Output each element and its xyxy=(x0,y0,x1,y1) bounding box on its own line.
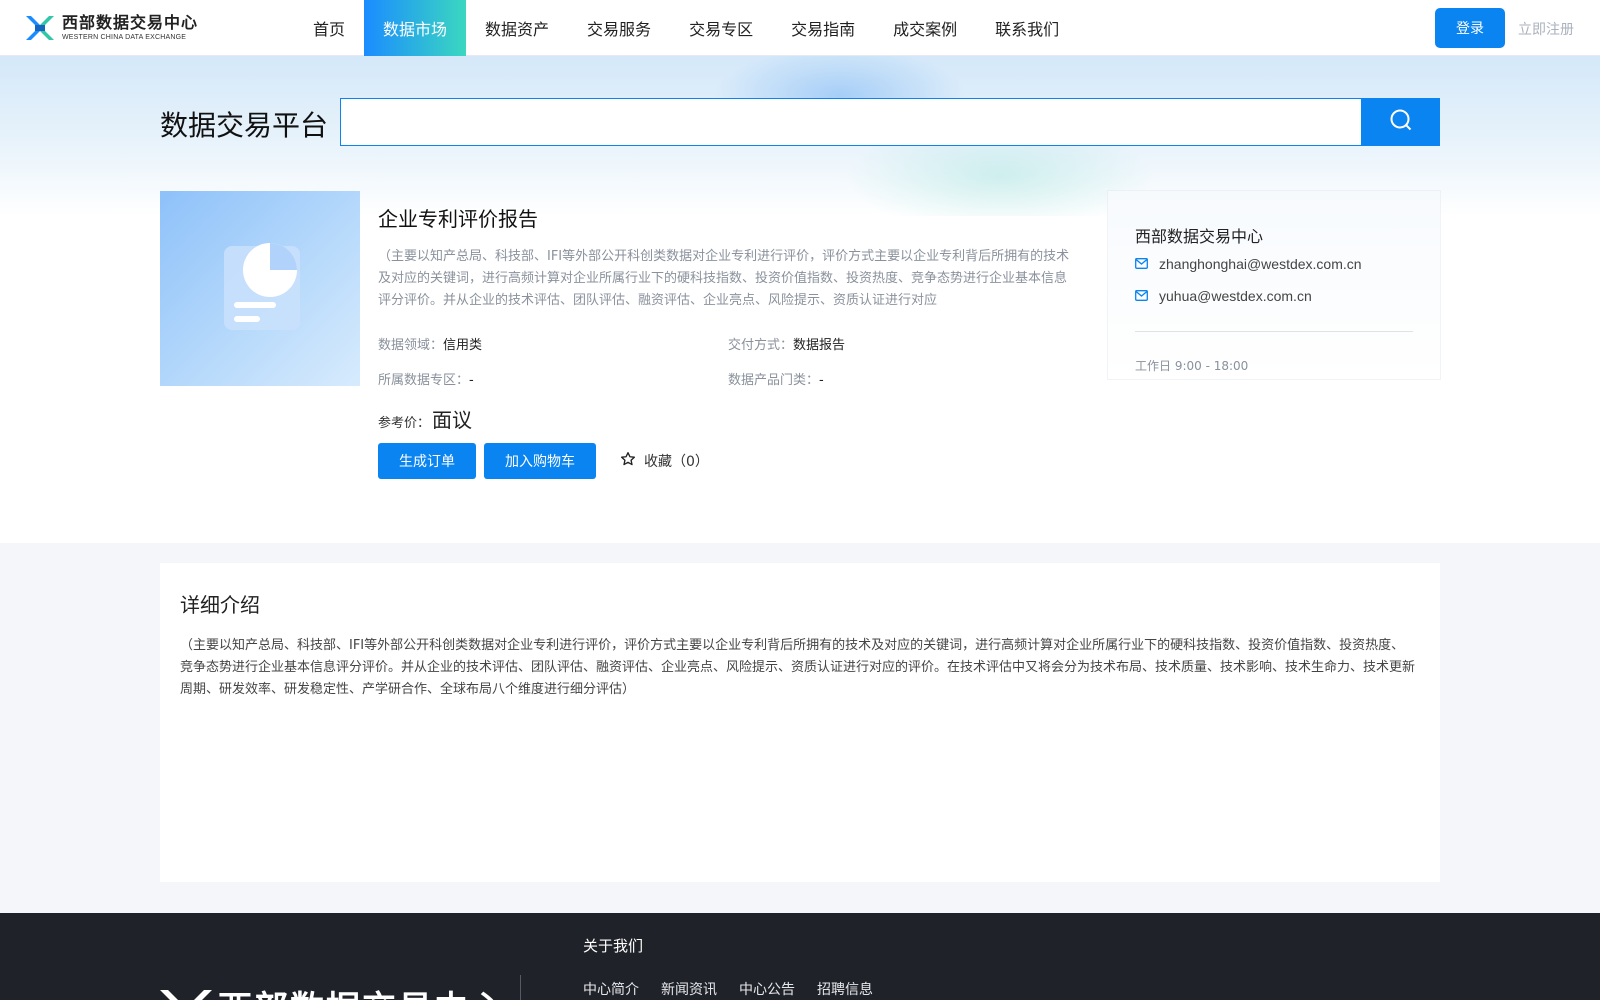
product-title: 企业专利评价报告 xyxy=(378,207,538,231)
nav-trade-guide[interactable]: 交易指南 xyxy=(772,0,874,56)
footer-about-title: 关于我们 xyxy=(583,937,644,955)
price-value: 面议 xyxy=(432,408,473,432)
footer-link-jobs[interactable]: 招聘信息 xyxy=(817,979,873,999)
detail-section: 详细介绍 （主要以知产总局、科技部、IFI等外部公开科创类数据对企业专利进行评价… xyxy=(160,563,1440,882)
product-description: （主要以知产总局、科技部、IFI等外部公开科创类数据对企业专利进行评价，评价方式… xyxy=(378,249,1070,308)
platform-title: 数据交易平台 xyxy=(160,109,329,142)
login-button[interactable]: 登录 xyxy=(1435,8,1505,48)
logo-subtitle: WESTERN CHINA DATA EXCHANGE xyxy=(62,34,187,41)
meta-category-label: 数据产品门类： xyxy=(728,373,820,388)
email-text: zhanghonghai@westdex.com.cn xyxy=(1159,256,1362,272)
contact-divider xyxy=(1135,331,1413,332)
product-info: 企业专利评价报告 （主要以知产总局、科技部、IFI等外部公开科创类数据对企业专利… xyxy=(378,191,1078,479)
footer-logo-mark-icon xyxy=(158,986,214,1000)
contact-email-2[interactable]: yuhua@westdex.com.cn xyxy=(1135,288,1312,304)
meta-domain: 数据领域：信用类 xyxy=(378,334,728,353)
report-chart-icon xyxy=(210,232,310,346)
footer-logo[interactable]: 西部数据交易中心 xyxy=(158,981,506,1000)
search-icon xyxy=(1389,108,1413,136)
product-thumbnail xyxy=(160,191,360,386)
nav-contact[interactable]: 联系我们 xyxy=(976,0,1078,56)
nav-cases[interactable]: 成交案例 xyxy=(874,0,976,56)
price-label: 参考价： xyxy=(378,416,431,431)
contact-name: 西部数据交易中心 xyxy=(1135,227,1264,246)
search-input[interactable] xyxy=(340,98,1362,146)
product-banner: 数据交易平台 企业专利评价报告 （主要以知产总局、科技部、IFI等外部公开科创类… xyxy=(0,56,1600,543)
footer-logo-text: 西部数据交易中心 xyxy=(218,981,506,1000)
logo-title: 西部数据交易中心 xyxy=(62,13,199,32)
footer-divider xyxy=(520,975,521,1000)
footer-link-intro[interactable]: 中心简介 xyxy=(583,979,639,999)
product-meta: 数据领域：信用类 交付方式：数据报告 所属数据专区：- 数据产品门类：- xyxy=(378,334,1078,388)
nav-home[interactable]: 首页 xyxy=(294,0,364,56)
top-header: 西部数据交易中心 WESTERN CHINA DATA EXCHANGE 首页 … xyxy=(0,0,1600,56)
logo-mark-icon xyxy=(24,13,56,43)
footer-links: 中心简介 新闻资讯 中心公告 招聘信息 xyxy=(583,979,873,999)
price-row: 参考价： 面议 xyxy=(378,404,1078,433)
nav-data-assets[interactable]: 数据资产 xyxy=(466,0,568,56)
register-link[interactable]: 立即注册 xyxy=(1518,19,1574,39)
product-actions: 生成订单 加入购物车 收藏（0） xyxy=(378,443,1078,479)
meta-category-value: - xyxy=(819,373,824,388)
meta-category: 数据产品门类：- xyxy=(728,369,1078,388)
nav-trade-zone[interactable]: 交易专区 xyxy=(670,0,772,56)
meta-domain-value: 信用类 xyxy=(443,338,483,353)
meta-zone-value: - xyxy=(469,373,474,388)
favorite-label: 收藏（0） xyxy=(644,454,709,470)
search-button[interactable] xyxy=(1361,98,1440,146)
meta-delivery: 交付方式：数据报告 xyxy=(728,334,1078,353)
detail-body: （主要以知产总局、科技部、IFI等外部公开科创类数据对企业专利进行评价，评价方式… xyxy=(180,638,1416,697)
meta-zone-label: 所属数据专区： xyxy=(378,373,470,388)
contact-card: 西部数据交易中心 zhanghonghai@westdex.com.cn yuh… xyxy=(1108,191,1440,379)
create-order-button[interactable]: 生成订单 xyxy=(378,443,476,479)
meta-domain-label: 数据领域： xyxy=(378,338,444,353)
working-hours: 工作日 9:00 - 18:00 xyxy=(1135,359,1249,373)
add-to-cart-button[interactable]: 加入购物车 xyxy=(484,443,596,479)
main-nav: 首页 数据市场 数据资产 交易服务 交易专区 交易指南 成交案例 联系我们 xyxy=(294,0,1078,56)
mail-icon xyxy=(1135,256,1148,272)
mail-icon xyxy=(1135,288,1148,304)
contact-email-1[interactable]: zhanghonghai@westdex.com.cn xyxy=(1135,256,1362,272)
site-logo[interactable]: 西部数据交易中心 WESTERN CHINA DATA EXCHANGE xyxy=(24,13,198,43)
detail-title: 详细介绍 xyxy=(180,593,260,617)
favorite-button[interactable]: 收藏（0） xyxy=(620,451,709,471)
footer-link-notices[interactable]: 中心公告 xyxy=(739,979,795,999)
email-text: yuhua@westdex.com.cn xyxy=(1159,288,1312,304)
nav-data-market[interactable]: 数据市场 xyxy=(364,0,467,56)
meta-zone: 所属数据专区：- xyxy=(378,369,728,388)
nav-trade-services[interactable]: 交易服务 xyxy=(568,0,670,56)
star-icon xyxy=(620,451,636,471)
meta-delivery-label: 交付方式： xyxy=(728,338,794,353)
footer-link-news[interactable]: 新闻资讯 xyxy=(661,979,717,999)
site-footer: 西部数据交易中心 关于我们 中心简介 新闻资讯 中心公告 招聘信息 xyxy=(0,913,1600,1000)
meta-delivery-value: 数据报告 xyxy=(793,338,846,353)
